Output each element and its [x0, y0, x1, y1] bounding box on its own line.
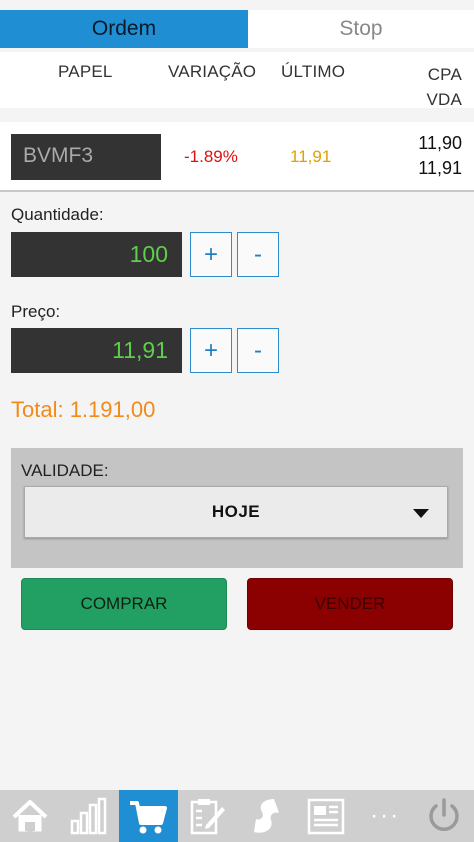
- header-vda: VDA: [426, 90, 462, 109]
- nav-news[interactable]: [296, 790, 355, 842]
- header-cpa-vda: CPA VDA: [426, 62, 462, 112]
- quantidade-label: Quantidade:: [11, 205, 104, 224]
- nav-cart[interactable]: [118, 790, 178, 842]
- cart-icon: [130, 801, 168, 834]
- preco-label: Preço:: [11, 302, 61, 321]
- tab-ordem[interactable]: Ordem: [0, 10, 248, 48]
- comprar-button[interactable]: COMPRAR: [21, 578, 227, 630]
- order-tabs: Ordem Stop: [0, 10, 474, 48]
- bottom-nav: ···: [0, 790, 474, 842]
- chart-icon: [70, 797, 107, 835]
- variation-value: -1.89%: [184, 147, 238, 166]
- quote-table-header: PAPEL VARIAÇÃO ÚLTIMO CPA VDA: [0, 52, 474, 109]
- total-value: Total: 1.191,00: [11, 397, 156, 422]
- header-papel: PAPEL: [58, 62, 113, 81]
- caret-down-icon: [413, 509, 429, 518]
- clipboard-icon: [191, 799, 226, 835]
- quote-row: BVMF3 -1.89% 11,91 11,90 11,91: [0, 122, 474, 192]
- quantidade-field[interactable]: 100: [11, 232, 182, 277]
- nav-more[interactable]: ···: [356, 790, 415, 842]
- bid-value: 11,90: [418, 133, 462, 153]
- news-icon: [307, 798, 345, 835]
- tab-stop[interactable]: Stop: [248, 10, 474, 48]
- preco-field[interactable]: 11,91: [11, 328, 182, 373]
- home-icon: [12, 800, 47, 832]
- nav-power[interactable]: [415, 790, 474, 842]
- bid-ask-values: 11,90 11,91: [418, 131, 462, 181]
- validade-selected-value: HOJE: [211, 502, 261, 521]
- ask-value: 11,91: [418, 158, 462, 178]
- more-icon: ···: [370, 802, 401, 829]
- validade-label: VALIDADE:: [21, 461, 109, 480]
- tab-stop-label: Stop: [339, 17, 383, 40]
- preco-plus-button[interactable]: +: [190, 328, 232, 373]
- last-price-value: 11,91: [290, 147, 332, 166]
- vender-button[interactable]: VENDER: [247, 578, 453, 630]
- header-ultimo: ÚLTIMO: [281, 62, 346, 81]
- validade-select[interactable]: HOJE: [24, 486, 448, 538]
- quantidade-minus-button[interactable]: -: [237, 232, 279, 277]
- nav-stock[interactable]: [237, 790, 296, 842]
- quantidade-plus-button[interactable]: +: [190, 232, 232, 277]
- header-variacao: VARIAÇÃO: [168, 62, 257, 81]
- nav-chart[interactable]: [59, 790, 118, 842]
- ticker-input[interactable]: BVMF3: [11, 134, 161, 180]
- preco-minus-button[interactable]: -: [237, 328, 279, 373]
- validade-panel: VALIDADE: HOJE: [11, 448, 463, 568]
- header-cpa: CPA: [427, 65, 462, 84]
- nav-orders[interactable]: [178, 790, 237, 842]
- nav-home[interactable]: [0, 790, 59, 842]
- tab-ordem-label: Ordem: [91, 17, 157, 40]
- power-icon: [429, 798, 460, 831]
- stock-icon: [253, 799, 279, 833]
